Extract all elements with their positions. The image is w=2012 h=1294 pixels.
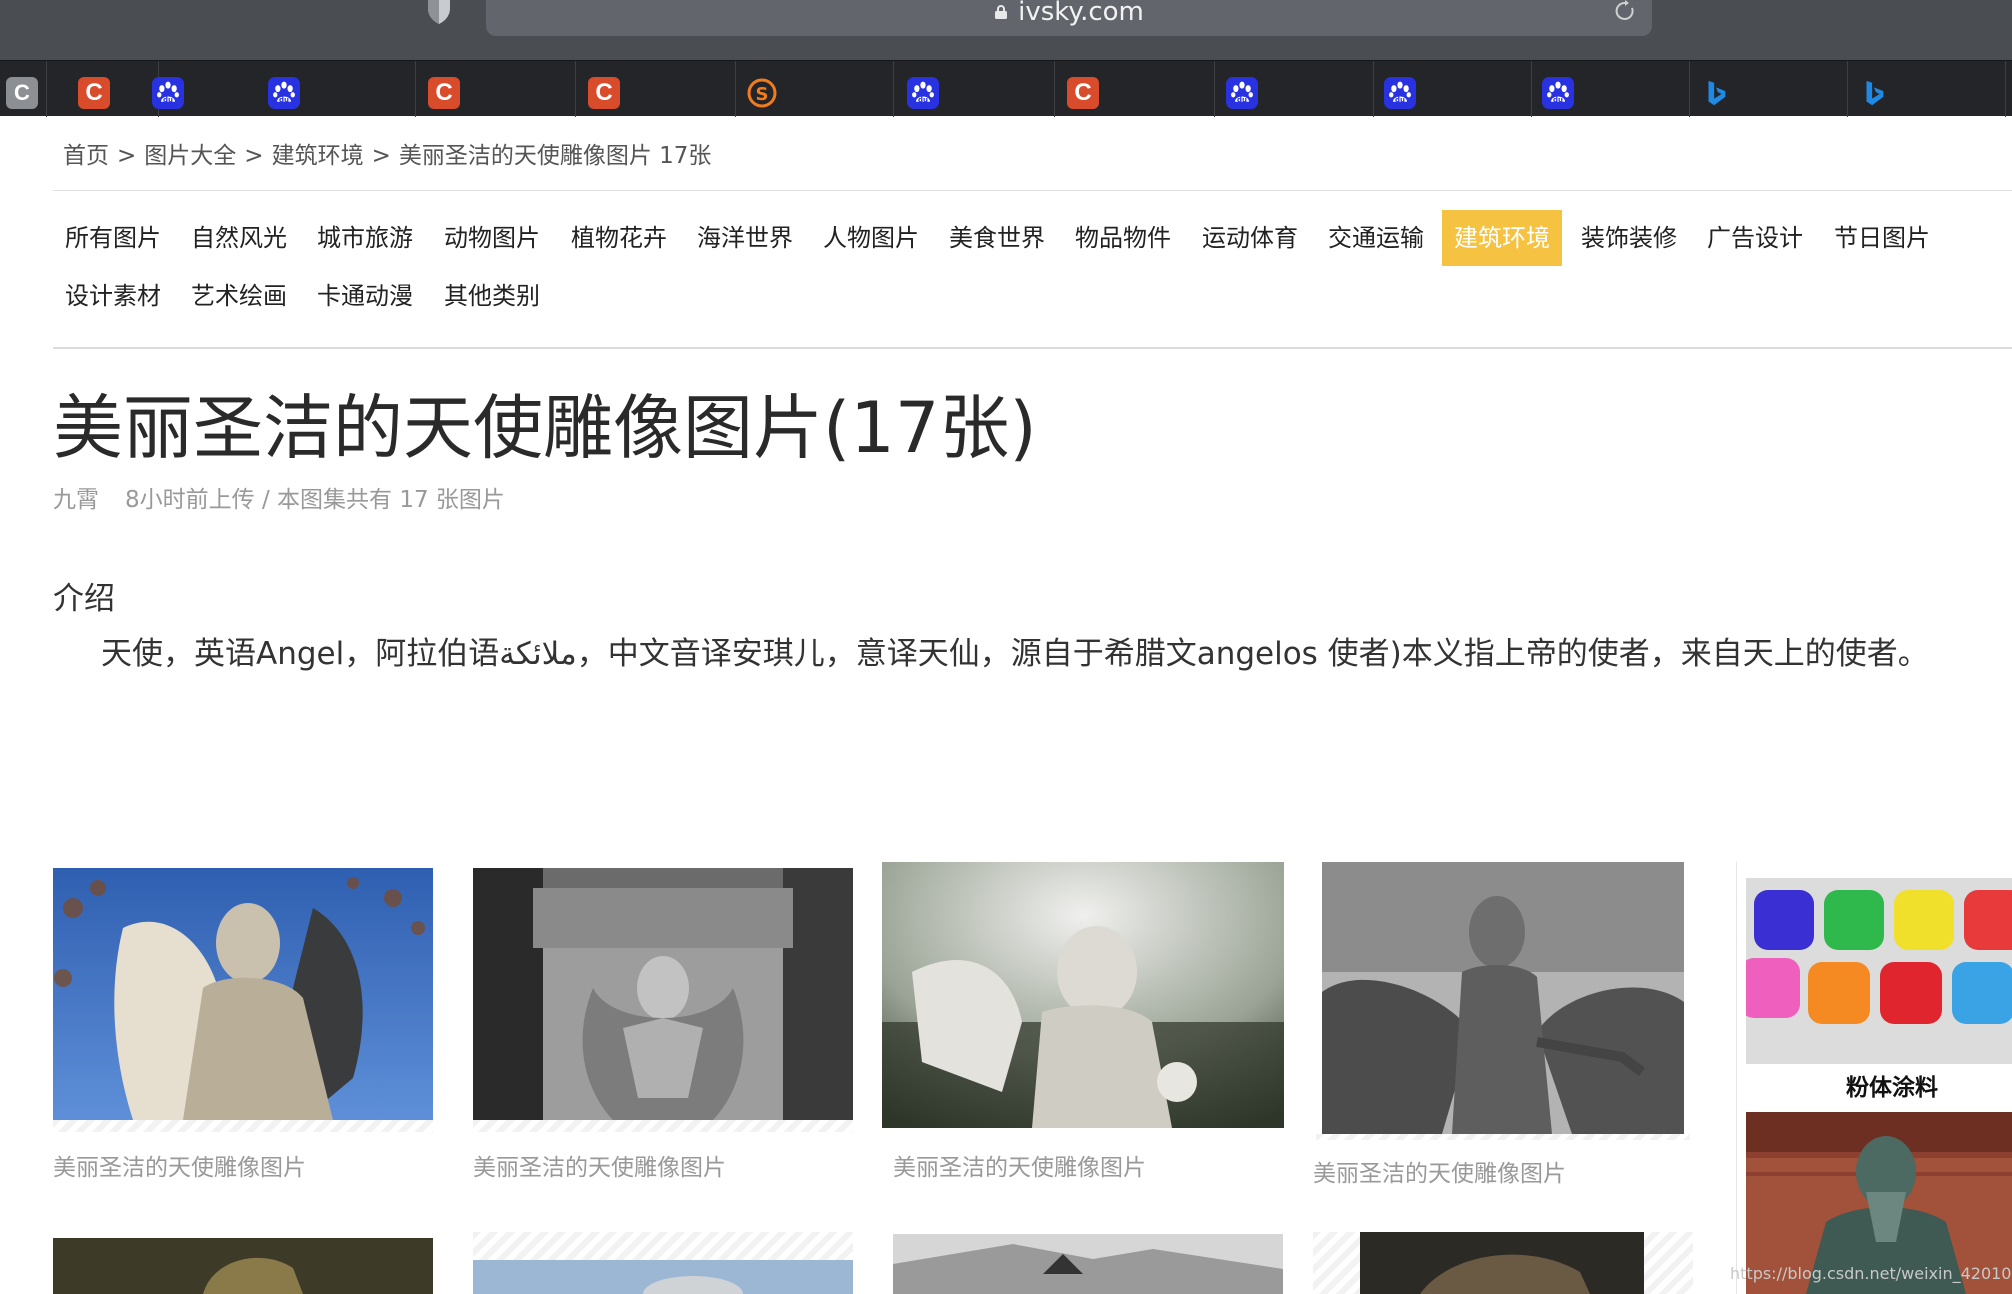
c-icon: C: [588, 77, 620, 109]
c-icon: C: [1067, 77, 1099, 109]
bing-icon: [1858, 77, 1890, 109]
breadcrumb-category-link[interactable]: 建筑环境: [272, 143, 364, 169]
baidu-du-icon: du: [152, 77, 184, 109]
baidu-du-icon: du: [268, 77, 300, 109]
thumbnail-caption[interactable]: 美丽圣洁的天使雕像图片: [53, 1148, 306, 1182]
breadcrumb: 首页 > 图片大全 > 建筑环境 > 美丽圣洁的天使雕像图片 17张: [63, 136, 711, 170]
svg-text:du: du: [163, 96, 173, 104]
baidu-du-icon: du: [1542, 77, 1574, 109]
breadcrumb-home-link[interactable]: 首页: [63, 143, 109, 169]
thumbnail-shadow: [53, 1120, 433, 1132]
c-icon: C: [6, 77, 38, 109]
privacy-shield-icon[interactable]: [426, 0, 452, 24]
gallery-thumbnail[interactable]: [53, 868, 433, 1120]
reload-icon[interactable]: [1612, 0, 1638, 22]
thumbnail-caption[interactable]: 美丽圣洁的天使雕像图片: [1313, 1154, 1566, 1188]
gallery-thumbnail[interactable]: [1360, 1232, 1644, 1294]
url-text: ivsky.com: [1018, 0, 1144, 27]
svg-text:S: S: [756, 84, 769, 105]
c-icon: C: [78, 77, 110, 109]
category-link[interactable]: 美食世界: [937, 210, 1057, 266]
intro-heading: 介绍: [53, 581, 115, 617]
gallery-thumbnail[interactable]: [473, 1260, 853, 1294]
thumbnail-caption[interactable]: 美丽圣洁的天使雕像图片: [473, 1148, 726, 1182]
c-icon: C: [428, 77, 460, 109]
breadcrumb-separator: >: [244, 143, 264, 169]
baidu-du-icon: du: [1226, 77, 1258, 109]
watermark: https://blog.csdn.net/weixin_42010722: [1730, 1264, 2012, 1283]
gallery-thumbnail[interactable]: [53, 1238, 433, 1294]
category-link[interactable]: 装饰装修: [1569, 210, 1689, 266]
breadcrumb-separator: >: [117, 143, 137, 169]
svg-text:du: du: [1553, 96, 1563, 104]
category-link[interactable]: 卡通动漫: [305, 268, 425, 324]
gallery-thumbnail[interactable]: [473, 868, 853, 1120]
breadcrumb-current: 美丽圣洁的天使雕像图片 17张: [398, 143, 712, 169]
tab-strip: C Cdu du C C Sdu Cdu du du: [0, 60, 2012, 117]
breadcrumb-separator: >: [371, 143, 391, 169]
category-link[interactable]: 人物图片: [811, 210, 931, 266]
category-link[interactable]: 广告设计: [1695, 210, 1815, 266]
gallery-thumbnail[interactable]: [1322, 862, 1684, 1134]
baidu-du-icon: du: [1384, 77, 1416, 109]
lock-icon: [994, 0, 1008, 19]
article-meta: 九霄 8小时前上传 / 本图集共有 17 张图片: [53, 480, 505, 514]
category-link[interactable]: 艺术绘画: [179, 268, 299, 324]
category-link[interactable]: 动物图片: [432, 210, 552, 266]
category-link[interactable]: 城市旅游: [305, 210, 425, 266]
divider: [53, 190, 2012, 191]
baidu-du-icon: du: [907, 77, 939, 109]
page-title: 美丽圣洁的天使雕像图片(17张): [53, 387, 1037, 469]
gallery-thumbnail[interactable]: [882, 862, 1284, 1128]
svg-text:du: du: [1395, 96, 1405, 104]
thumbnail-shadow: [473, 1232, 853, 1260]
thumbnail-shadow: [1316, 1134, 1690, 1140]
thumbnail-caption[interactable]: 美丽圣洁的天使雕像图片: [893, 1148, 1146, 1182]
category-link[interactable]: 运动体育: [1190, 210, 1310, 266]
svg-text:du: du: [279, 96, 289, 104]
bing-icon: [1700, 77, 1732, 109]
category-link[interactable]: 其他类别: [432, 268, 552, 324]
category-link[interactable]: 节日图片: [1822, 210, 1942, 266]
divider: [53, 347, 2012, 349]
svg-text:du: du: [1237, 96, 1247, 104]
category-link[interactable]: 海洋世界: [685, 210, 805, 266]
category-link[interactable]: 建筑环境: [1442, 210, 1562, 266]
category-link[interactable]: 物品物件: [1063, 210, 1183, 266]
gallery-thumbnail[interactable]: [893, 1234, 1283, 1294]
intro-text: 天使，英语Angel，阿拉伯语ملائكة，中文音译安琪儿，意译天仙，源自于希腊…: [101, 636, 1929, 672]
category-link[interactable]: 自然风光: [179, 210, 299, 266]
category-link[interactable]: 植物花卉: [559, 210, 679, 266]
sogou-s-icon: S: [746, 77, 778, 109]
author-name[interactable]: 九霄: [53, 487, 99, 513]
breadcrumb-all-link[interactable]: 图片大全: [144, 143, 236, 169]
category-link[interactable]: 所有图片: [53, 210, 173, 266]
svg-text:du: du: [918, 96, 928, 104]
ad-image-paint-cups[interactable]: [1746, 878, 2012, 1064]
category-link[interactable]: 交通运输: [1316, 210, 1436, 266]
browser-toolbar: ivsky.com: [0, 0, 2012, 60]
address-bar[interactable]: ivsky.com: [486, 0, 1652, 36]
upload-info: 8小时前上传 / 本图集共有 17 张图片: [125, 487, 505, 513]
ad-caption[interactable]: 粉体涂料: [1846, 1068, 1938, 1102]
category-link[interactable]: 设计素材: [53, 268, 173, 324]
thumbnail-shadow: [473, 1120, 853, 1132]
